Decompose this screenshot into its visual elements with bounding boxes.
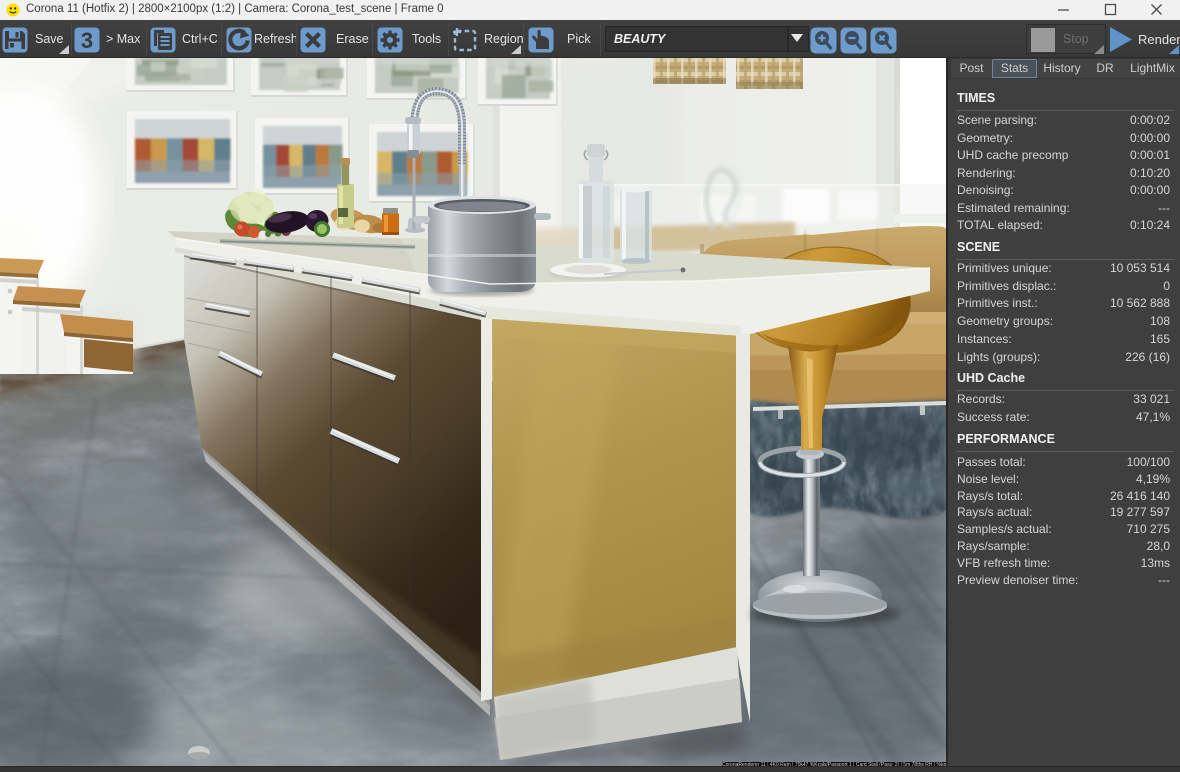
svg-text:3: 3	[81, 28, 93, 53]
